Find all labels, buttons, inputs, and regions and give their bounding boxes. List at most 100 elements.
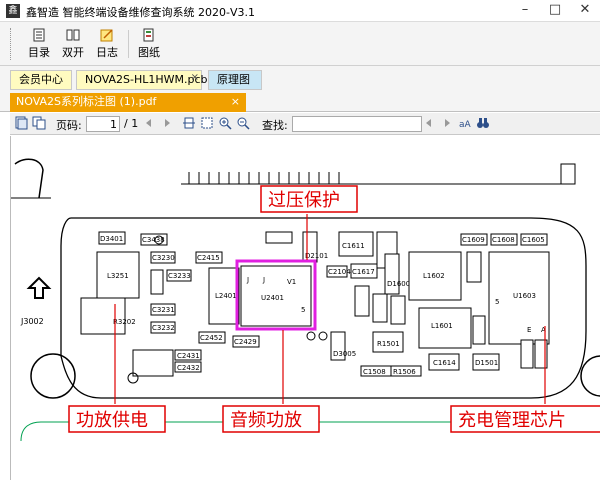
zoom-out-icon[interactable] — [236, 116, 250, 130]
svg-text:C1614: C1614 — [433, 359, 456, 367]
log-button[interactable]: 日志 — [90, 28, 124, 60]
svg-text:D2101: D2101 — [305, 252, 328, 260]
svg-text:L1601: L1601 — [431, 322, 453, 330]
page-total: / 1 — [124, 117, 139, 130]
svg-text:C3232: C3232 — [152, 324, 175, 332]
find-next-icon[interactable] — [440, 116, 454, 130]
annotation-overvoltage-text: 过压保护 — [268, 190, 340, 211]
close-document-icon[interactable]: × — [231, 93, 240, 111]
previous-page-icon[interactable] — [142, 116, 156, 130]
match-case-icon[interactable]: aA — [458, 116, 472, 130]
fit-page-icon[interactable] — [200, 116, 214, 130]
svg-text:L1602: L1602 — [423, 272, 445, 280]
log-icon — [100, 29, 113, 42]
toolbar-grip[interactable] — [10, 28, 13, 60]
page-label: 页码: — [56, 119, 82, 132]
dual-open-button[interactable]: 双开 — [56, 28, 90, 60]
svg-text:C3233: C3233 — [168, 272, 191, 280]
svg-text:5: 5 — [495, 298, 499, 306]
svg-text:C2431: C2431 — [177, 352, 200, 360]
svg-text:C1608: C1608 — [492, 236, 515, 244]
annotation-amp-power: 功放供电 — [68, 405, 166, 433]
log-label: 日志 — [96, 46, 118, 59]
zoom-in-icon[interactable] — [218, 116, 232, 130]
directory-label: 目录 — [28, 46, 50, 59]
annotation-amp-power-text: 功放供电 — [76, 410, 148, 431]
find-label: 查找: — [262, 119, 288, 132]
tab-bar: 会员中心 NOVA2S-HL1HWM.pcb × 原理图 — [0, 66, 600, 92]
drawings-button[interactable]: 图纸 — [132, 28, 166, 60]
fit-width-icon[interactable] — [182, 116, 196, 130]
tab-close-icon[interactable]: × — [191, 69, 199, 87]
svg-text:C1611: C1611 — [342, 242, 365, 250]
svg-text:C1605: C1605 — [522, 236, 545, 244]
svg-text:J: J — [246, 276, 249, 284]
drawings-label: 图纸 — [138, 46, 160, 59]
annotation-charge-ic: 充电管理芯片 — [450, 405, 600, 433]
main-toolbar: 目录 双开 日志 图纸 — [0, 22, 600, 66]
annotation-overvoltage: 过压保护 — [260, 185, 358, 213]
svg-text:C2429: C2429 — [234, 338, 257, 346]
svg-text:D3401: D3401 — [100, 235, 123, 243]
svg-text:R1501: R1501 — [377, 340, 400, 348]
directory-icon — [33, 28, 45, 42]
svg-text:C2104: C2104 — [328, 268, 351, 276]
tab-label: 原理图 — [217, 73, 250, 86]
maximize-button[interactable]: □ — [540, 0, 570, 22]
svg-text:L2401: L2401 — [215, 292, 237, 300]
copy-page-icon[interactable] — [32, 116, 46, 130]
tab-pcb-file[interactable]: NOVA2S-HL1HWM.pcb × — [76, 69, 208, 90]
find-previous-icon[interactable] — [422, 116, 436, 130]
svg-text:C2452: C2452 — [200, 334, 223, 342]
tab-member-center[interactable]: 会员中心 — [10, 70, 72, 90]
window-title: 鑫智造 智能终端设备维修查询系统 2020-V3.1 — [26, 6, 255, 19]
minimize-button[interactable]: – — [510, 0, 540, 22]
title-bar: 鑫 鑫智造 智能终端设备维修查询系统 2020-V3.1 – □ ✕ — [0, 0, 600, 22]
binoculars-icon[interactable] — [476, 116, 490, 130]
annotation-audio-amp: 音频功放 — [222, 405, 320, 433]
svg-text:V1: V1 — [287, 278, 296, 286]
tab-label: 会员中心 — [19, 73, 63, 86]
svg-text:D1600: D1600 — [387, 280, 410, 288]
svg-text:D1501: D1501 — [475, 359, 498, 367]
toolbar-separator — [128, 30, 129, 58]
svg-text:C2415: C2415 — [197, 254, 220, 262]
pdf-toolbar: 页码: / 1 查找: aA — [10, 113, 600, 135]
up-arrow-icon — [26, 276, 52, 299]
directory-button[interactable]: 目录 — [22, 28, 56, 60]
svg-text:R1506: R1506 — [393, 368, 416, 376]
svg-text:C1508: C1508 — [363, 368, 386, 376]
svg-text:C1617: C1617 — [352, 268, 375, 276]
pdf-viewer[interactable]: J3002 D3401 C3438 L3251 C3230 C2415 C323… — [10, 136, 600, 480]
tab-label: NOVA2S-HL1HWM.pcb — [85, 73, 208, 86]
annotation-charge-ic-text: 充电管理芯片 — [458, 410, 566, 431]
dual-window-icon — [66, 29, 80, 41]
svg-text:J3002: J3002 — [20, 317, 44, 326]
svg-text:U2401: U2401 — [261, 294, 284, 302]
svg-text:U1603: U1603 — [513, 292, 536, 300]
svg-text:E: E — [527, 326, 531, 334]
drawings-icon — [143, 28, 154, 42]
svg-text:J: J — [262, 276, 265, 284]
svg-text:C1609: C1609 — [462, 236, 485, 244]
pcb-diagram: J3002 D3401 C3438 L3251 C3230 C2415 C323… — [11, 158, 600, 442]
page-thumbnail-icon[interactable] — [14, 116, 28, 130]
svg-text:C2432: C2432 — [177, 364, 200, 372]
svg-text:C3231: C3231 — [152, 306, 175, 314]
annotation-audio-amp-text: 音频功放 — [230, 410, 302, 431]
document-tab-label: NOVA2S系列标注图 (1).pdf — [16, 95, 157, 108]
tab-pdf-document[interactable]: NOVA2S系列标注图 (1).pdf × — [10, 93, 246, 112]
document-tab-bar: NOVA2S系列标注图 (1).pdf × — [0, 92, 600, 112]
svg-text:R3202: R3202 — [113, 318, 136, 326]
svg-text:L3251: L3251 — [107, 272, 129, 280]
next-page-icon[interactable] — [160, 116, 174, 130]
svg-text:D3005: D3005 — [333, 350, 356, 358]
close-button[interactable]: ✕ — [570, 0, 600, 22]
page-number-input[interactable] — [86, 116, 120, 132]
find-input[interactable] — [292, 116, 422, 132]
dual-open-label: 双开 — [62, 46, 84, 59]
tab-schematic[interactable]: 原理图 — [208, 70, 262, 90]
app-logo-icon: 鑫 — [6, 4, 20, 18]
svg-text:5: 5 — [301, 306, 305, 314]
svg-text:C3230: C3230 — [152, 254, 175, 262]
